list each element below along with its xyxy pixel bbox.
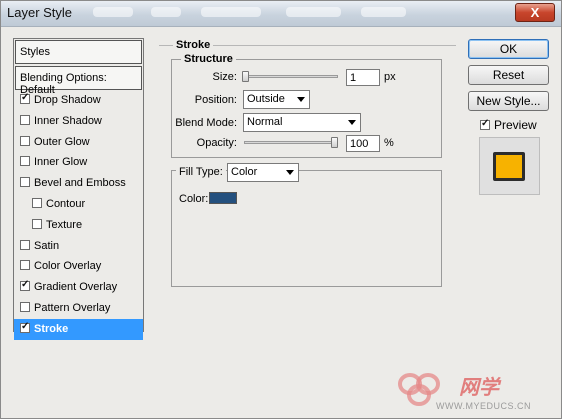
size-value: 1 — [350, 72, 357, 84]
window-title: Layer Style — [7, 5, 73, 20]
chevron-down-icon — [297, 97, 305, 102]
reset-button[interactable]: Reset — [468, 65, 549, 85]
blending-options-item[interactable]: Blending Options: Default — [15, 66, 142, 96]
style-item-label: Inner Shadow — [34, 114, 102, 127]
title-bar[interactable]: Layer Style X — [1, 1, 561, 27]
style-item-label: Bevel and Emboss — [34, 177, 126, 190]
style-preview — [479, 137, 540, 195]
style-item-checkbox[interactable] — [20, 135, 30, 146]
styles-list: Styles Blending Options: Default Drop Sh… — [13, 38, 144, 340]
layer-style-dialog: Layer Style X Styles Blending Options: D… — [0, 0, 562, 419]
blend-mode-select[interactable]: Normal — [243, 113, 361, 132]
style-item-pattern-overlay[interactable]: Pattern Overlay — [14, 298, 143, 319]
close-icon: X — [530, 5, 540, 20]
style-item-drop-shadow[interactable]: Drop Shadow — [14, 90, 143, 111]
close-button[interactable]: X — [515, 3, 555, 22]
style-item-checkbox[interactable] — [20, 260, 30, 271]
opacity-unit: % — [384, 137, 394, 149]
style-item-label: Gradient Overlay — [34, 281, 118, 294]
style-item-color-overlay[interactable]: Color Overlay — [14, 256, 143, 277]
opacity-value: 100 — [350, 138, 369, 150]
opacity-slider[interactable] — [244, 141, 338, 144]
style-item-checkbox[interactable] — [20, 92, 30, 104]
style-item-checkbox[interactable] — [20, 239, 30, 250]
style-item-label: Contour — [46, 197, 86, 210]
opacity-label: Opacity: — [196, 137, 237, 149]
style-item-gradient-overlay[interactable]: Gradient Overlay — [14, 277, 143, 298]
style-item-label: Color Overlay — [34, 260, 102, 273]
title-blur — [201, 7, 261, 17]
preview-swatch — [493, 152, 525, 181]
preview-checkbox[interactable] — [480, 118, 490, 130]
style-item-checkbox[interactable] — [20, 321, 30, 333]
new-style-button[interactable]: New Style... — [468, 91, 549, 111]
stroke-color-swatch[interactable] — [209, 192, 237, 204]
style-item-label: Texture — [46, 218, 83, 231]
title-blur — [286, 7, 341, 17]
style-item-label: Inner Glow — [34, 156, 88, 169]
chevron-down-icon — [286, 170, 294, 175]
opacity-input[interactable]: 100 — [346, 135, 380, 152]
size-slider[interactable] — [244, 75, 338, 78]
preview-toggle[interactable]: Preview — [480, 118, 537, 132]
style-item-inner-shadow[interactable]: Inner Shadow — [14, 111, 143, 132]
size-input[interactable]: 1 — [346, 69, 380, 86]
style-item-satin[interactable]: Satin — [14, 236, 143, 257]
style-item-label: Drop Shadow — [34, 94, 101, 106]
opacity-slider-thumb[interactable] — [331, 137, 338, 148]
style-item-checkbox[interactable] — [20, 156, 30, 167]
blend-mode-value: Normal — [247, 116, 283, 128]
structure-title: Structure — [181, 53, 236, 65]
style-item-checkbox[interactable] — [20, 177, 30, 188]
watermark: 网学 WWW.MYEDUCS.CN — [391, 361, 561, 416]
stroke-section-title: Stroke — [173, 39, 214, 51]
style-item-checkbox[interactable] — [20, 279, 30, 292]
watermark-url: WWW.MYEDUCS.CN — [436, 401, 531, 411]
style-items: Drop Shadow Inner Shadow Outer Glow Inner G… — [14, 90, 143, 340]
style-item-bevel-and-emboss[interactable]: Bevel and Emboss — [14, 173, 143, 194]
style-item-outer-glow[interactable]: Outer Glow — [14, 132, 143, 153]
styles-header[interactable]: Styles — [15, 40, 142, 64]
style-item-stroke[interactable]: Stroke — [14, 318, 143, 340]
style-item-label: Pattern Overlay — [34, 301, 111, 314]
position-select[interactable]: Outside — [243, 90, 310, 109]
size-label: Size: — [212, 71, 237, 83]
style-item-texture[interactable]: Texture — [14, 215, 143, 236]
title-blur — [361, 7, 406, 17]
watermark-brand: 网学 — [459, 377, 499, 399]
style-item-inner-glow[interactable]: Inner Glow — [14, 152, 143, 173]
ok-button[interactable]: OK — [468, 39, 549, 59]
fill-type-select[interactable]: Color — [227, 163, 299, 182]
size-unit: px — [384, 71, 396, 83]
title-blur — [151, 7, 181, 17]
position-label: Position: — [194, 94, 237, 106]
color-label: Color: — [179, 193, 209, 205]
blend-mode-label: Blend Mode: — [175, 117, 237, 129]
fill-type-label: Fill Type: — [176, 166, 226, 178]
fill-group — [171, 170, 442, 287]
preview-label: Preview — [494, 118, 537, 132]
title-blur — [93, 7, 133, 17]
style-item-checkbox[interactable] — [32, 218, 42, 229]
position-value: Outside — [247, 93, 285, 105]
style-item-contour[interactable]: Contour — [14, 194, 143, 215]
fill-type-value: Color — [231, 166, 258, 178]
style-item-label: Outer Glow — [34, 135, 90, 148]
style-item-label: Satin — [34, 239, 60, 252]
style-item-checkbox[interactable] — [20, 301, 30, 312]
style-item-checkbox[interactable] — [32, 197, 42, 208]
style-item-label: Stroke — [34, 322, 69, 335]
style-item-checkbox[interactable] — [20, 114, 30, 125]
size-slider-thumb[interactable] — [241, 71, 249, 82]
chevron-down-icon — [348, 120, 356, 125]
